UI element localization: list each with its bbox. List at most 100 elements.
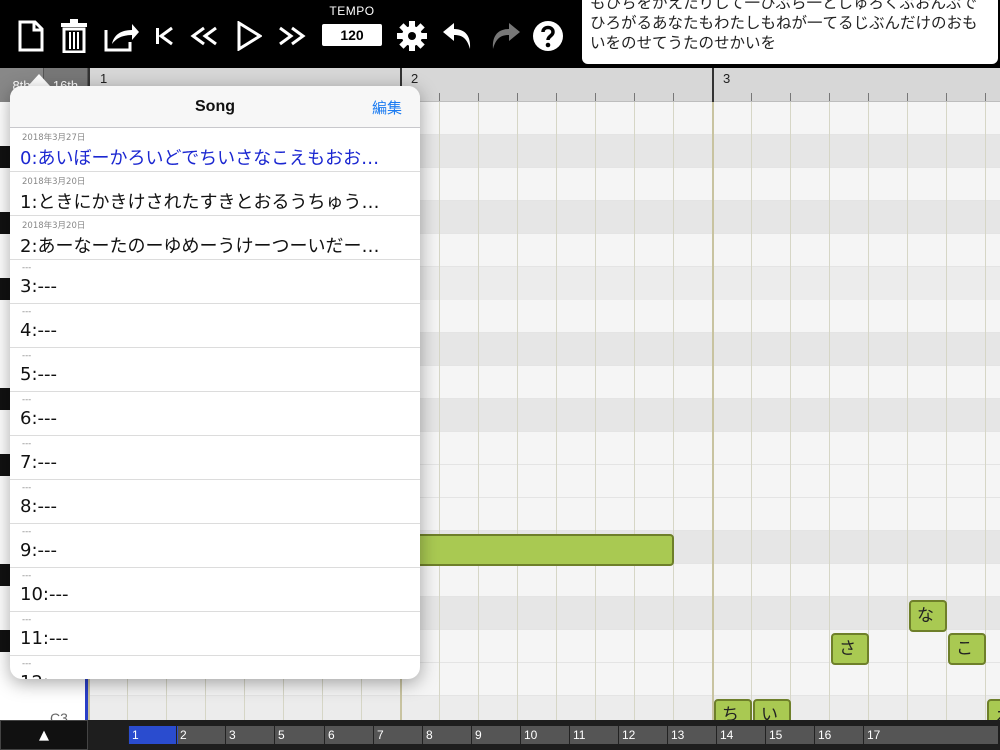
tempo-label: TEMPO xyxy=(329,4,375,18)
note-block[interactable]: い xyxy=(753,699,791,720)
note-block[interactable]: え xyxy=(987,699,1000,720)
song-name: 4:--- xyxy=(20,320,58,341)
share-icon[interactable] xyxy=(102,14,142,58)
bottom-bar: ▲ 1 2 3 5 6 7 8 9 10 11 12 13 14 15 16 17 xyxy=(0,720,1000,750)
bar-overview-strip[interactable]: 1 2 3 5 6 7 8 9 10 11 12 13 14 15 16 17 xyxy=(128,726,998,744)
skip-to-start-icon[interactable] xyxy=(144,14,184,58)
bar-strip-cell[interactable]: 13 xyxy=(667,726,716,744)
song-name: 7:--- xyxy=(20,452,58,473)
song-name: 1:ときにかきけされたすきとおるうちゅう… xyxy=(20,192,380,213)
grid-line xyxy=(907,102,908,720)
note-block[interactable]: こ xyxy=(948,633,986,665)
song-list-item[interactable]: --- 8:--- xyxy=(10,480,420,524)
lyrics-input[interactable]: もひちをかえたりして一ひぶら一としゅろくぶおんぷでひろがるあなたもわたしもねが一… xyxy=(582,0,998,64)
song-date: --- xyxy=(22,483,32,493)
bar-strip-cell[interactable]: 8 xyxy=(422,726,471,744)
note-block[interactable]: ち xyxy=(714,699,752,720)
song-list-item[interactable]: --- 7:--- xyxy=(10,436,420,480)
rewind-icon[interactable] xyxy=(184,14,224,58)
song-list-item[interactable]: --- 6:--- xyxy=(10,392,420,436)
bar-strip-cell[interactable]: 3 xyxy=(225,726,274,744)
trash-icon[interactable] xyxy=(54,14,94,58)
bar-strip-cell[interactable]: 17 xyxy=(863,726,912,744)
bar-strip-cell[interactable]: 6 xyxy=(324,726,373,744)
ruler-tick xyxy=(790,93,791,101)
note-block[interactable]: く xyxy=(392,534,674,566)
ruler-tick xyxy=(478,93,479,101)
bar-strip-cell[interactable]: 7 xyxy=(373,726,422,744)
note-block[interactable]: さ xyxy=(831,633,869,665)
bar-strip-cell[interactable]: 16 xyxy=(814,726,863,744)
bar-strip-cell[interactable]: 2 xyxy=(176,726,225,744)
grid-line xyxy=(634,102,635,720)
grid-line xyxy=(790,102,791,720)
bar-strip-cell[interactable]: 9 xyxy=(471,726,520,744)
song-list-item[interactable]: --- 3:--- xyxy=(10,260,420,304)
song-name: 0:あいぼーかろいどでちいさなこえもおお… xyxy=(20,148,380,169)
undo-icon[interactable] xyxy=(438,14,478,58)
grid-line xyxy=(478,102,479,720)
grid-line xyxy=(595,102,596,720)
song-list-item[interactable]: --- 10:--- xyxy=(10,568,420,612)
toolbar: TEMPO 120 もひちをかえたりして一ひぶら一としゅろくぶおんぷでひろがるあ… xyxy=(0,0,1000,68)
song-name: 3:--- xyxy=(20,276,58,297)
song-date: --- xyxy=(22,263,32,273)
ruler-tick xyxy=(907,93,908,101)
song-date: --- xyxy=(22,395,32,405)
song-list-item[interactable]: --- 9:--- xyxy=(10,524,420,568)
ruler-tick xyxy=(634,93,635,101)
tempo-field[interactable]: 120 xyxy=(322,24,382,46)
gear-icon[interactable] xyxy=(392,14,432,58)
grid-line xyxy=(517,102,518,720)
ruler-tick xyxy=(595,93,596,101)
song-name: 11:--- xyxy=(20,628,69,649)
expand-up-button[interactable]: ▲ xyxy=(0,720,88,750)
song-date: 2018年3月27日 xyxy=(22,133,86,143)
song-list-item[interactable]: 2018年3月27日 0:あいぼーかろいどでちいさなこえもおお… xyxy=(10,128,420,172)
bar-strip-cell[interactable]: 10 xyxy=(520,726,569,744)
help-icon[interactable] xyxy=(528,14,568,58)
c3-key-label: C3 xyxy=(50,710,68,720)
song-list-item[interactable]: --- 11:--- xyxy=(10,612,420,656)
song-name: 2:あーなーたのーゆめーうけーつーいだー… xyxy=(20,236,380,257)
song-list-item[interactable]: --- 4:--- xyxy=(10,304,420,348)
song-name: 5:--- xyxy=(20,364,58,385)
grid-line xyxy=(673,102,674,720)
grid-line xyxy=(556,102,557,720)
popover-header: Song 編集 xyxy=(10,86,420,128)
song-name: 6:--- xyxy=(20,408,58,429)
song-list-item[interactable]: --- 5:--- xyxy=(10,348,420,392)
play-icon[interactable] xyxy=(229,14,269,58)
bar-strip-cell[interactable]: 5 xyxy=(274,726,323,744)
bar-strip-cell[interactable]: 1 xyxy=(128,726,178,744)
song-list-item[interactable]: --- 12:--- xyxy=(10,656,420,679)
grid-line xyxy=(829,102,830,720)
popover-title: Song xyxy=(195,98,235,115)
new-file-icon[interactable] xyxy=(11,14,51,58)
song-date: --- xyxy=(22,527,32,537)
song-date: --- xyxy=(22,351,32,361)
grid-line xyxy=(868,102,869,720)
lyrics-text: もひちをかえたりして一ひぶら一としゅろくぶおんぷでひろがるあなたもわたしもねが一… xyxy=(590,0,978,52)
song-list-item[interactable]: 2018年3月20日 1:ときにかきけされたすきとおるうちゅう… xyxy=(10,172,420,216)
song-date: --- xyxy=(22,571,32,581)
song-popover: Song 編集 2018年3月27日 0:あいぼーかろいどでちいさなこえもおお… 2… xyxy=(10,86,420,679)
bar-strip-cell[interactable]: 15 xyxy=(765,726,814,744)
bar-strip-cell[interactable]: 12 xyxy=(618,726,667,744)
song-list-item[interactable]: 2018年3月20日 2:あーなーたのーゆめーうけーつーいだー… xyxy=(10,216,420,260)
song-name: 9:--- xyxy=(20,540,58,561)
song-date: --- xyxy=(22,615,32,625)
song-date: 2018年3月20日 xyxy=(22,221,86,231)
note-block[interactable]: な xyxy=(909,600,947,632)
bar-number: 1 xyxy=(100,71,108,86)
song-name: 12:--- xyxy=(20,672,410,679)
redo-icon[interactable] xyxy=(485,14,525,58)
ruler-tick xyxy=(868,93,869,101)
song-name: 8:--- xyxy=(20,496,58,517)
bar-strip-cell[interactable]: 14 xyxy=(716,726,765,744)
bar-number: 3 xyxy=(723,71,731,86)
edit-button[interactable]: 編集 xyxy=(372,97,402,118)
song-date: --- xyxy=(22,307,32,317)
fast-forward-icon[interactable] xyxy=(272,14,312,58)
bar-strip-cell[interactable]: 11 xyxy=(569,726,618,744)
